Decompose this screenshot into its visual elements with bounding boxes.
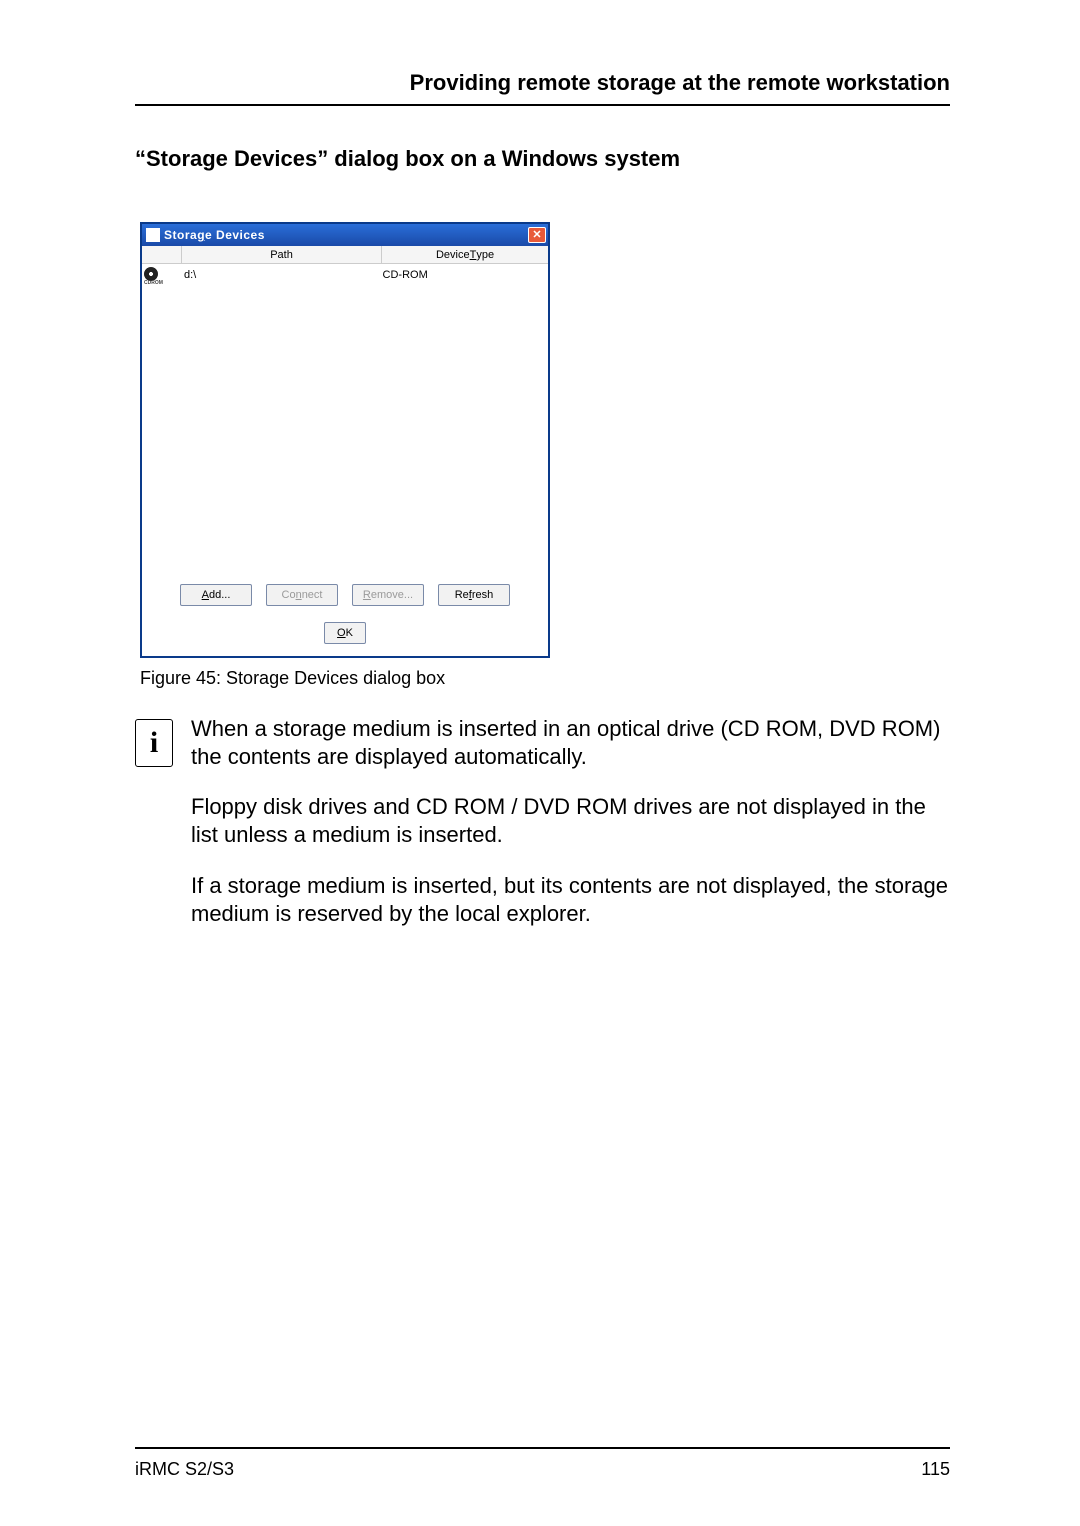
- info-block: i When a storage medium is inserted in a…: [135, 715, 950, 928]
- col-icon[interactable]: [142, 246, 182, 263]
- storage-devices-dialog: Storage Devices ✕ Path Device Type CDROM: [140, 222, 550, 658]
- button-row: Add... Connect Remove... Refresh: [152, 584, 538, 606]
- page-header: Providing remote storage at the remote w…: [135, 70, 950, 106]
- figure-caption: Figure 45: Storage Devices dialog box: [140, 668, 950, 689]
- ok-button[interactable]: OK: [324, 622, 366, 644]
- row-path: d:\: [182, 269, 383, 281]
- close-icon: ✕: [532, 230, 541, 241]
- dialog-titlebar[interactable]: Storage Devices ✕: [142, 224, 548, 246]
- close-button[interactable]: ✕: [528, 227, 546, 243]
- info-text: When a storage medium is inserted in an …: [191, 715, 950, 928]
- ok-row: OK: [152, 622, 538, 644]
- row-type: CD-ROM: [383, 269, 548, 281]
- info-para-3: If a storage medium is inserted, but its…: [191, 872, 950, 928]
- col-type[interactable]: Device Type: [382, 246, 548, 263]
- col-path[interactable]: Path: [182, 246, 382, 263]
- device-listview: Path Device Type CDROM d:\ CD-ROM: [142, 246, 548, 564]
- remove-button[interactable]: Remove...: [352, 584, 424, 606]
- dialog-button-area: Add... Connect Remove... Refresh OK: [142, 564, 548, 656]
- cdrom-icon: CDROM: [144, 267, 164, 283]
- refresh-button[interactable]: Refresh: [438, 584, 510, 606]
- info-para-2: Floppy disk drives and CD ROM / DVD ROM …: [191, 793, 950, 849]
- section-title: Providing remote storage at the remote w…: [135, 70, 950, 96]
- add-button[interactable]: Add...: [180, 584, 252, 606]
- footer-right: 115: [921, 1459, 950, 1480]
- info-para-1: When a storage medium is inserted in an …: [191, 715, 950, 771]
- listview-body[interactable]: CDROM d:\ CD-ROM: [142, 264, 548, 564]
- connect-button[interactable]: Connect: [266, 584, 338, 606]
- info-icon: i: [135, 719, 173, 767]
- app-icon: [146, 228, 160, 242]
- row-icon-cell: CDROM: [142, 267, 182, 283]
- titlebar-left: Storage Devices: [146, 228, 265, 242]
- subheading: “Storage Devices” dialog box on a Window…: [135, 146, 950, 172]
- info-icon-char: i: [150, 726, 158, 760]
- page-footer: iRMC S2/S3 115: [135, 1447, 950, 1480]
- dialog-title: Storage Devices: [164, 228, 265, 242]
- listview-header: Path Device Type: [142, 246, 548, 264]
- footer-left: iRMC S2/S3: [135, 1459, 234, 1480]
- list-item[interactable]: CDROM d:\ CD-ROM: [142, 264, 548, 286]
